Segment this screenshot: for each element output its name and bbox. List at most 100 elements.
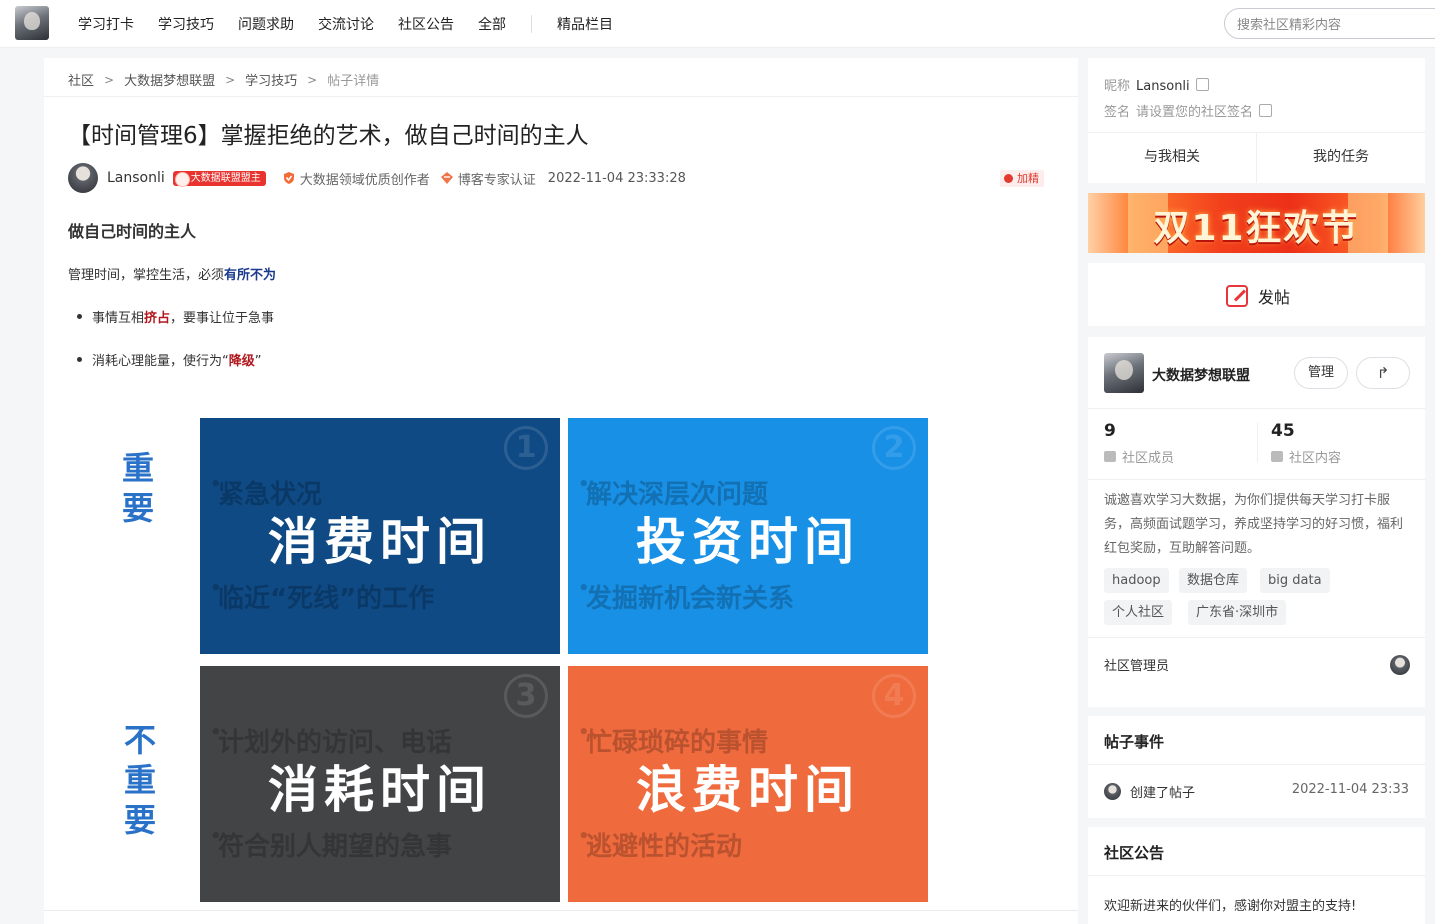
quadrant-title: 消费时间: [268, 513, 492, 571]
divider: [1088, 764, 1425, 765]
breadcrumb-group[interactable]: 大数据梦想联盟: [124, 70, 215, 89]
content-heading: 做自己时间的主人: [68, 222, 197, 241]
list-item: 消耗心理能量，使行为“降级”: [77, 350, 262, 369]
quadrant-consume: 1 紧急状况 临近“死线”的工作 消费时间: [200, 418, 560, 654]
event-text: 创建了帖子: [1130, 786, 1196, 801]
divider: [1088, 637, 1425, 638]
nav-item-featured[interactable]: 精品栏目: [557, 14, 613, 34]
chevron-right-icon: >: [225, 72, 236, 87]
post-time: 2022-11-04 23:33:28: [547, 170, 686, 186]
nav-divider: [531, 15, 532, 33]
post-meta: Lansonli 大数据联盟盟主 大数据领域优质创作者 博客专家认证 2022-…: [68, 162, 686, 194]
paragraph-bold: 有所不为: [224, 268, 277, 283]
community-name[interactable]: 大数据梦想联盟: [1152, 365, 1250, 385]
new-post-button[interactable]: 发帖: [1226, 284, 1290, 308]
expert-badge-label: 博客专家认证: [457, 172, 536, 188]
events-title: 帖子事件: [1104, 733, 1165, 751]
breadcrumb-community[interactable]: 社区: [68, 70, 94, 89]
list-item-suffix: ，要事让位于急事: [170, 311, 275, 326]
admin-avatar[interactable]: [1390, 655, 1410, 675]
post-events-card: 帖子事件 创建了帖子 2022-11-04 23:33: [1088, 716, 1425, 818]
list-item-prefix: 事情互相: [92, 311, 145, 326]
list-item-bold: 降级: [228, 354, 255, 369]
quadrant-invest: 2 解决深层次问题 发掘新机会新关系 投资时间: [568, 418, 928, 654]
quadrant-number: 2: [872, 426, 916, 470]
divider: [1088, 408, 1425, 409]
contents-count: 45: [1271, 421, 1295, 441]
members-label-row: 社区成员: [1104, 447, 1174, 466]
quadrant-ghost-text: 符合别人期望的急事: [210, 826, 452, 863]
nav-item-tips[interactable]: 学习技巧: [158, 14, 214, 34]
quadrant-title: 浪费时间: [636, 761, 860, 819]
stat-divider: [1257, 423, 1258, 463]
event-time: 2022-11-04 23:33: [1291, 782, 1409, 797]
folder-icon: [1271, 451, 1283, 462]
tag[interactable]: big data: [1260, 568, 1330, 593]
notice-card: 社区公告 欢迎新进来的伙伴们，感谢你对盟主的支持!: [1088, 827, 1425, 924]
chevron-right-icon: >: [307, 72, 318, 87]
new-post-label: 发帖: [1258, 288, 1291, 307]
time-matrix-image: 重要 不重要 1 紧急状况 临近“死线”的工作 消费时间 2 解决深层次问题 发…: [88, 410, 934, 910]
tag[interactable]: 数据仓库: [1179, 568, 1248, 593]
community-description: 诚邀喜欢学习大数据，为你们提供每天学习打卡服务，高频面试题学习，养成坚持学习的好…: [1104, 493, 1404, 556]
quadrant-ghost-text: 发掘新机会新关系: [578, 578, 794, 615]
owner-badge: 大数据联盟盟主: [172, 170, 266, 187]
tag[interactable]: hadoop: [1104, 568, 1169, 593]
edit-icon[interactable]: [1259, 104, 1273, 117]
community-card: 大数据梦想联盟 管理 ↱ 9 社区成员 45 社区内容 诚邀喜欢学习大数据，为你…: [1088, 337, 1425, 707]
banner-text: 双11狂欢节: [1153, 208, 1360, 249]
list-item-bold: 挤占: [144, 311, 171, 326]
tab-tasks[interactable]: 我的任务: [1257, 132, 1425, 183]
post-detail-panel: 社区 > 大数据梦想联盟 > 学习技巧 > 帖子详情 【时间管理6】掌握拒绝的艺…: [44, 58, 1078, 924]
promo-banner[interactable]: 双11狂欢节: [1088, 193, 1425, 253]
manage-button[interactable]: 管理: [1294, 357, 1348, 389]
community-logo-avatar[interactable]: [15, 6, 49, 40]
breadcrumb: 社区 > 大数据梦想联盟 > 学习技巧 > 帖子详情: [68, 70, 379, 90]
post-title: 【时间管理6】掌握拒绝的艺术，做自己时间的主人: [68, 123, 589, 149]
tag[interactable]: 广东省·深圳市: [1188, 600, 1287, 625]
members-stat[interactable]: 9 社区成员: [1104, 421, 1174, 466]
contents-stat[interactable]: 45 社区内容: [1271, 421, 1341, 466]
nav-item-help[interactable]: 问题求助: [238, 14, 294, 34]
nav-item-all[interactable]: 全部: [478, 14, 506, 34]
quadrant-waste: 4 忙碌琐碎的事情 逃避性的活动 浪费时间: [568, 666, 928, 902]
author-avatar[interactable]: [68, 163, 98, 193]
members-count: 9: [1104, 421, 1116, 441]
nav-menu: 学习打卡 学习技巧 问题求助 交流讨论 社区公告 全部 精品栏目: [66, 0, 625, 48]
breadcrumb-category[interactable]: 学习技巧: [245, 70, 297, 89]
nav-item-checkin[interactable]: 学习打卡: [78, 14, 134, 34]
quadrant-number: 1: [504, 426, 548, 470]
divider: [44, 910, 1078, 911]
tab-related[interactable]: 与我相关: [1088, 132, 1256, 183]
share-button[interactable]: ↱: [1356, 357, 1410, 389]
notice-title: 社区公告: [1104, 844, 1165, 862]
user-icon: [1104, 451, 1116, 462]
notice-text: 欢迎新进来的伙伴们，感谢你对盟主的支持!: [1104, 899, 1357, 914]
profile-card: 昵称 Lansonli 签名 请设置您的社区签名 与我相关 我的任务: [1088, 58, 1425, 183]
search-input[interactable]: 搜索社区精彩内容: [1224, 8, 1435, 39]
edit-post-icon: [1226, 285, 1248, 307]
divider: [1088, 875, 1425, 876]
share-icon: ↱: [1376, 364, 1390, 382]
nav-item-discussion[interactable]: 交流讨论: [318, 14, 374, 34]
content-paragraph: 管理时间，掌控生活，必须有所不为: [68, 264, 276, 283]
nickname-value: Lansonli: [1136, 79, 1190, 94]
signature-row: 签名 请设置您的社区签名: [1104, 101, 1273, 120]
paragraph-text: 管理时间，掌控生活，必须: [68, 268, 225, 283]
community-avatar[interactable]: [1104, 353, 1144, 393]
creator-badge-label: 大数据领域优质创作者: [299, 172, 430, 188]
author-name[interactable]: Lansonli: [107, 170, 165, 186]
expert-icon: [440, 172, 453, 184]
quadrant-number: 3: [504, 674, 548, 718]
nav-item-announcement[interactable]: 社区公告: [398, 14, 454, 34]
list-item-suffix: ”: [254, 354, 262, 369]
quadrant-drain: 3 计划外的访问、电话 符合别人期望的急事 消耗时间: [200, 666, 560, 902]
event-user-avatar[interactable]: [1104, 783, 1121, 800]
quadrant-title: 投资时间: [636, 513, 860, 571]
edit-icon[interactable]: [1195, 78, 1209, 91]
row-label-important: 重要: [121, 449, 154, 527]
list-item-prefix: 消耗心理能量，使行为“: [92, 354, 229, 369]
divider: [1088, 479, 1425, 480]
featured-tag[interactable]: 加精: [1000, 170, 1044, 187]
tag[interactable]: 个人社区: [1104, 600, 1173, 625]
